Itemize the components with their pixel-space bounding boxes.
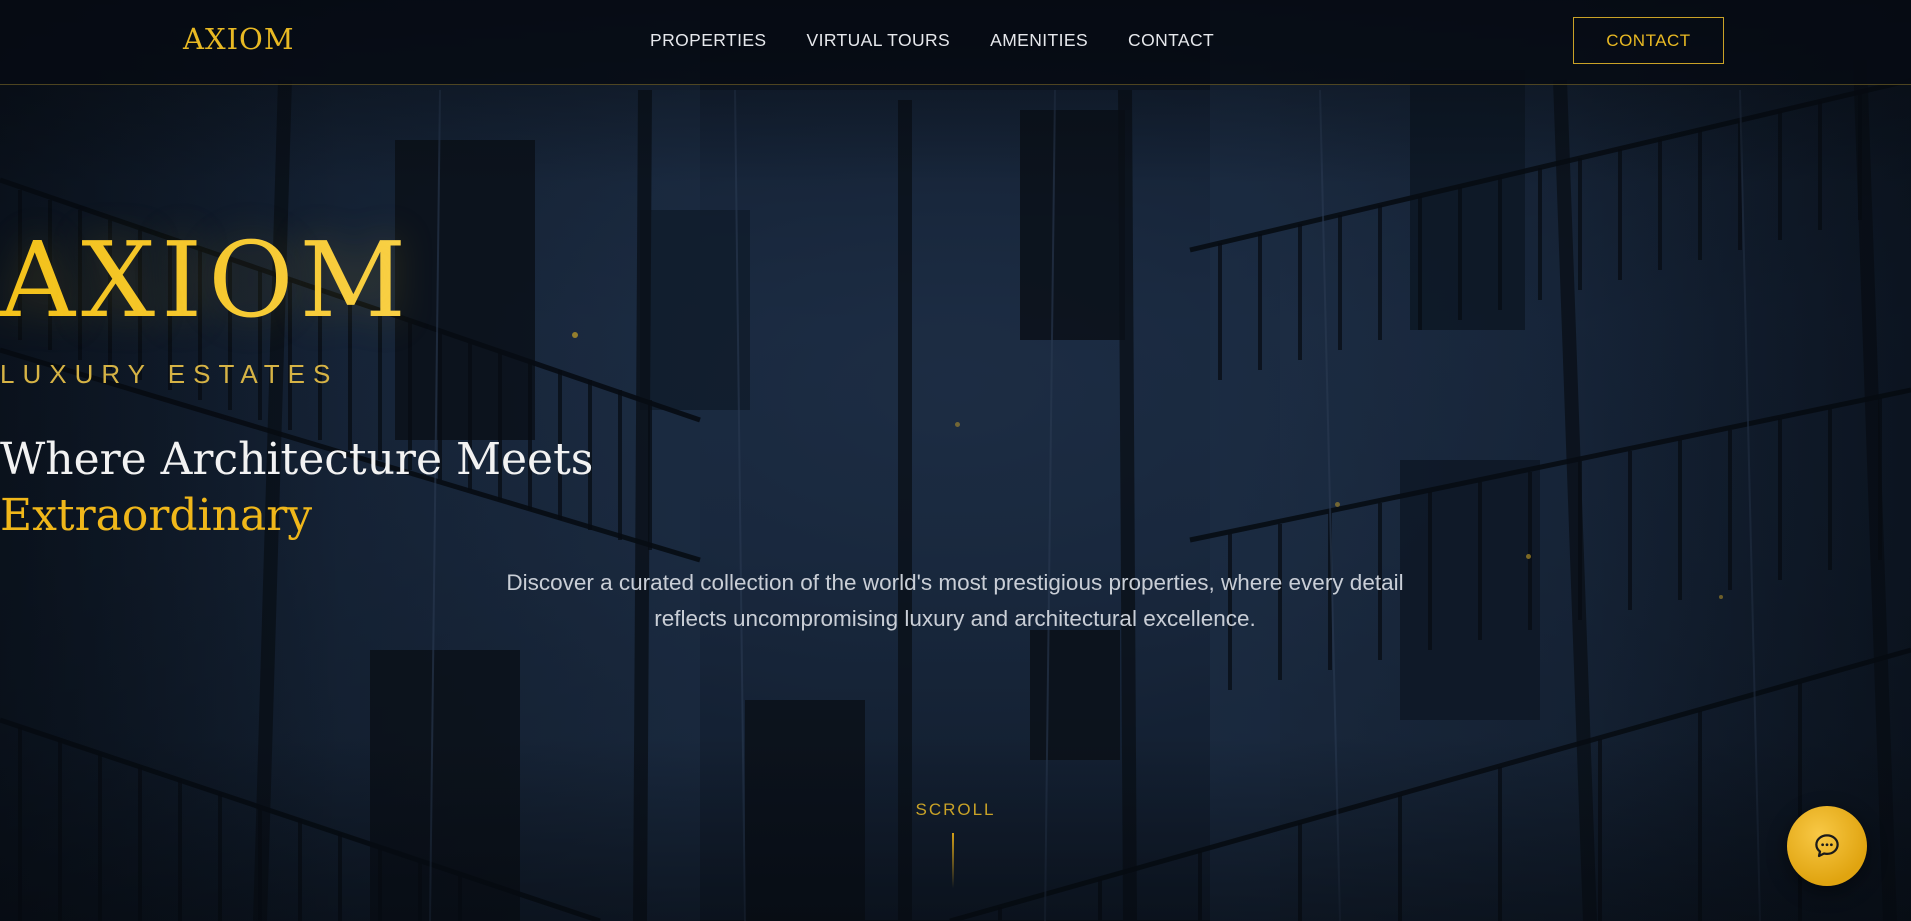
contact-button[interactable]: CONTACT [1573,17,1724,64]
hero-section: AXIOM PROPERTIES VIRTUAL TOURS AMENITIES… [0,0,1911,921]
chat-button[interactable] [1787,806,1867,886]
hero-brand-title: AXIOM [0,228,1911,332]
hero-brand-subtitle: LUXURY ESTATES [0,359,339,389]
hero-headline-accent: Extraordinary [0,490,313,541]
nav-link-amenities[interactable]: AMENITIES [990,30,1088,51]
scroll-indicator-line [952,833,954,888]
hero-headline: Where Architecture Meets [0,434,594,485]
nav-link-properties[interactable]: PROPERTIES [650,30,767,51]
nav-link-virtual-tours[interactable]: VIRTUAL TOURS [807,30,951,51]
nav-link-contact[interactable]: CONTACT [1128,30,1214,51]
top-navbar: AXIOM PROPERTIES VIRTUAL TOURS AMENITIES… [0,0,1911,85]
chat-bubble-icon [1815,834,1839,858]
hero-description: Discover a curated collection of the wor… [506,570,1404,631]
nav-links: PROPERTIES VIRTUAL TOURS AMENITIES CONTA… [650,30,1214,51]
scroll-indicator-label[interactable]: SCROLL [0,800,1911,820]
site-logo[interactable]: AXIOM [183,22,295,56]
ambient-dot [572,332,578,338]
ambient-dot [1719,595,1723,599]
ambient-dot [955,422,960,427]
ambient-dot [1526,554,1531,559]
